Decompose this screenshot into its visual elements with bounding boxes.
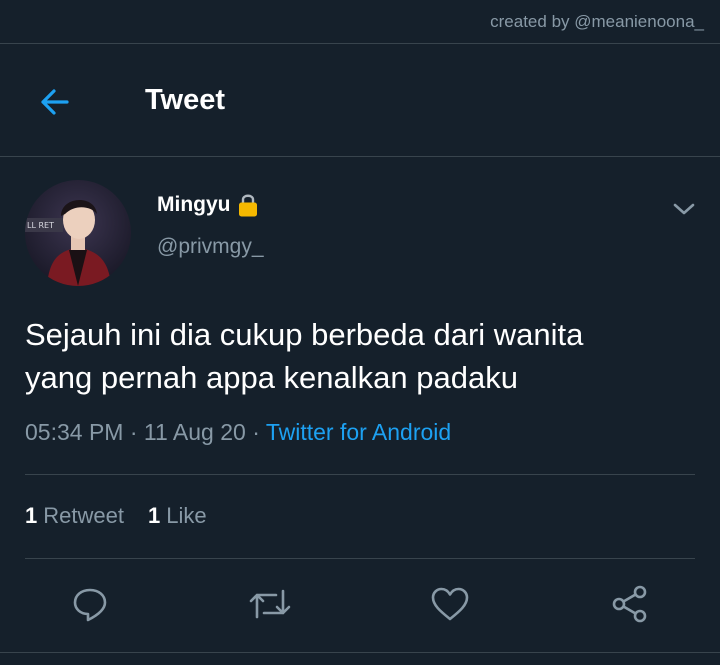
svg-text:LL RET: LL RET — [27, 221, 54, 230]
retweet-icon — [249, 589, 291, 619]
meta-separator: · — [252, 419, 266, 445]
tweet-actions — [0, 580, 720, 628]
header: Tweet — [0, 44, 720, 156]
reply-button[interactable] — [66, 580, 114, 628]
avatar-image: LL RET — [25, 180, 131, 286]
share-button[interactable] — [606, 580, 654, 628]
page-title: Tweet — [145, 84, 226, 116]
retweets-stat[interactable]: 1 Retweet — [25, 503, 124, 529]
author-name[interactable]: Mingyu — [157, 193, 231, 217]
heart-icon — [431, 587, 469, 621]
likes-stat[interactable]: 1 Like — [148, 503, 207, 529]
divider — [25, 558, 695, 559]
tweet-text: Sejauh ini dia cukup berbeda dari wanita… — [25, 317, 584, 395]
tweet-date: 11 Aug 20 — [143, 419, 246, 445]
back-button[interactable] — [32, 80, 76, 124]
share-icon — [612, 585, 647, 623]
likes-count: 1 — [147, 503, 161, 528]
chevron-down-icon — [673, 203, 695, 215]
tweet-stats: 1 Retweet 1 Like — [25, 503, 207, 529]
tweet-time: 05:34 PM — [25, 419, 124, 445]
avatar[interactable]: LL RET — [25, 180, 131, 286]
tweet-source-link[interactable]: Twitter for Android — [266, 419, 451, 445]
meta-separator: · — [129, 419, 144, 445]
retweets-label: Retweet — [43, 503, 124, 528]
divider — [25, 474, 695, 475]
like-button[interactable] — [426, 580, 474, 628]
tweet-meta: 05:34 PM · 11 Aug 20 · Twitter for Andro… — [25, 419, 451, 446]
author-row: Mingyu — [157, 192, 259, 218]
divider — [0, 156, 720, 157]
divider — [0, 652, 720, 653]
reply-icon — [73, 588, 107, 622]
lock-icon — [238, 194, 257, 217]
arrow-left-icon — [41, 89, 69, 115]
watermark: created by @meanienoona_ — [490, 12, 704, 31]
tweet-detail-screen: created by @meanienoona_ Tweet LL RET Mi… — [0, 0, 720, 665]
retweets-count: 1 — [25, 503, 38, 528]
author-handle[interactable]: @privmgy_ — [157, 235, 264, 259]
tweet-menu-button[interactable] — [670, 195, 698, 223]
likes-label: Like — [166, 503, 207, 528]
retweet-button[interactable] — [246, 580, 294, 628]
